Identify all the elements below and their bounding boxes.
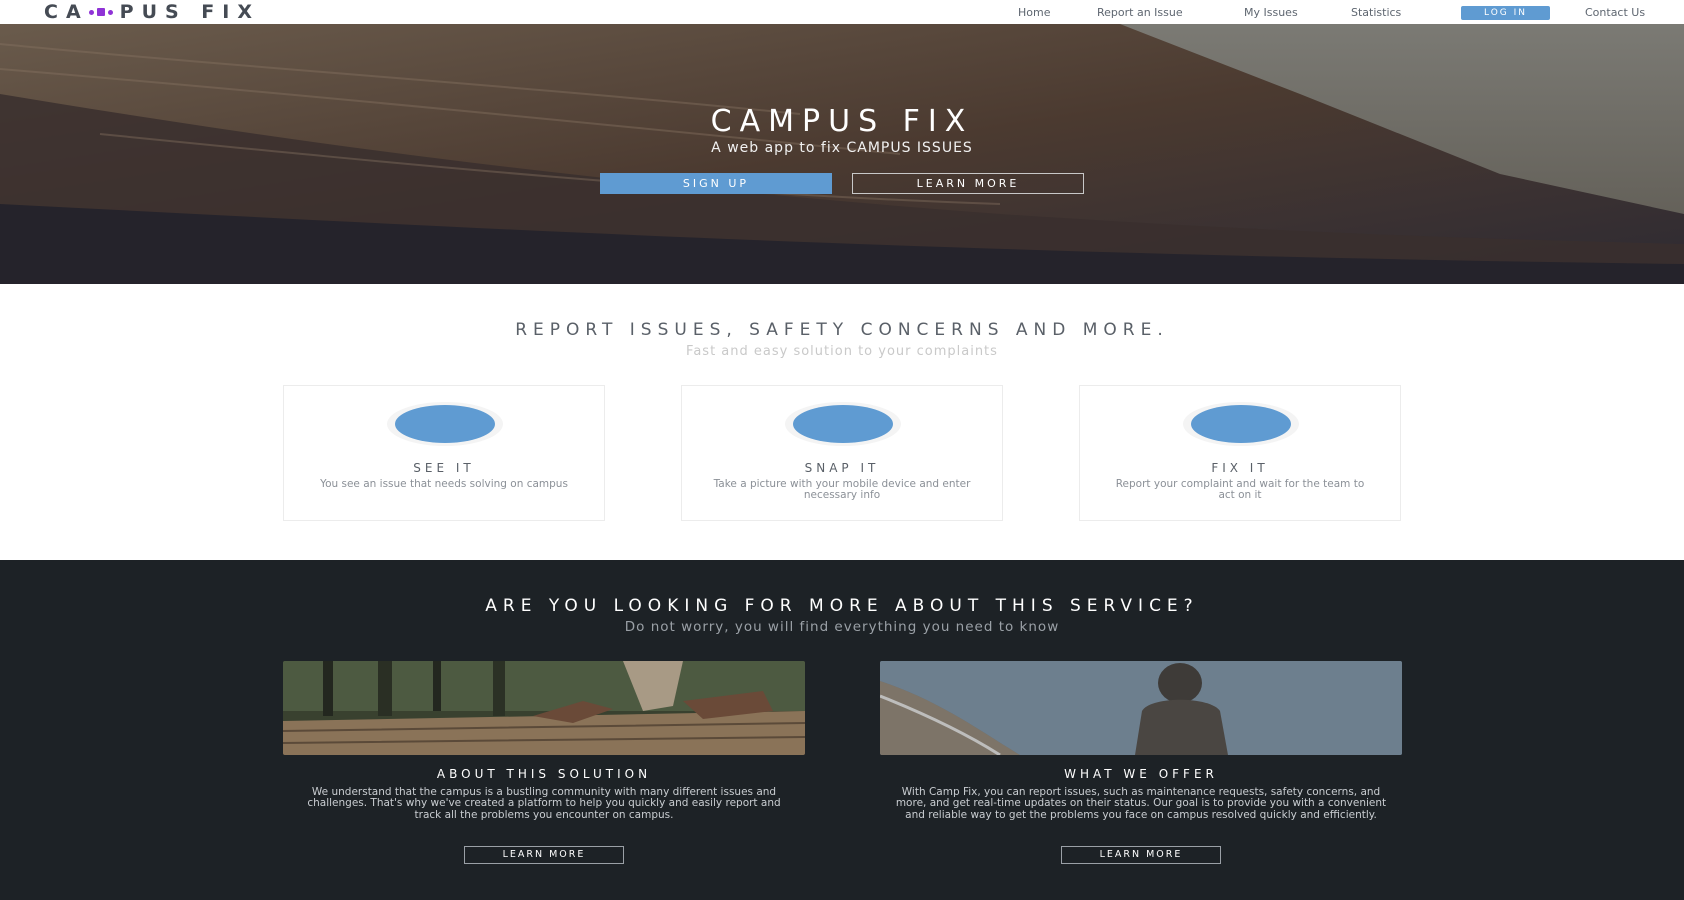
feature-card-desc: Report your complaint and wait for the t… bbox=[1115, 478, 1365, 501]
signup-button[interactable]: SIGN UP bbox=[600, 173, 832, 194]
hero-section: CAMPUS FIX A web app to fix CAMPUS ISSUE… bbox=[0, 24, 1684, 284]
about-learn-more-button[interactable]: LEARN MORE bbox=[464, 846, 624, 864]
features-subtitle: Fast and easy solution to your complaint… bbox=[686, 344, 998, 359]
camera-icon bbox=[785, 402, 901, 446]
offer-title: WHAT WE OFFER bbox=[1064, 767, 1218, 781]
wrench-icon bbox=[1183, 402, 1299, 446]
seaside-person-image bbox=[880, 661, 1402, 755]
nav-home-link[interactable]: Home bbox=[1018, 6, 1050, 19]
feature-card-title: FIX IT bbox=[1211, 461, 1269, 475]
about-desc: We understand that the campus is a bustl… bbox=[307, 786, 781, 821]
logo[interactable]: CA PUS FIX bbox=[44, 1, 260, 23]
top-navbar: CA PUS FIX Home Report an Issue My Issue… bbox=[0, 0, 1684, 24]
nav-statistics-link[interactable]: Statistics bbox=[1351, 6, 1401, 19]
info-subtitle: Do not worry, you will find everything y… bbox=[624, 619, 1060, 635]
forest-walk-image bbox=[283, 661, 805, 755]
offer-desc: With Camp Fix, you can report issues, su… bbox=[895, 786, 1387, 821]
hero-title: CAMPUS FIX bbox=[710, 104, 974, 139]
offer-learn-more-button[interactable]: LEARN MORE bbox=[1061, 846, 1221, 864]
feature-card-desc: You see an issue that needs solving on c… bbox=[320, 478, 568, 490]
eye-icon bbox=[387, 402, 503, 446]
login-button[interactable]: LOG IN bbox=[1461, 6, 1550, 20]
hero-subtitle: A web app to fix CAMPUS ISSUES bbox=[711, 140, 973, 156]
nav-my-issues-link[interactable]: My Issues bbox=[1244, 6, 1298, 19]
logo-text-suffix: PUS FIX bbox=[119, 1, 261, 23]
nav-contact-link[interactable]: Contact Us bbox=[1585, 6, 1645, 19]
feature-card-see-it: SEE IT You see an issue that needs solvi… bbox=[283, 385, 605, 521]
hero-learn-more-button[interactable]: LEARN MORE bbox=[852, 173, 1084, 194]
feature-card-snap-it: SNAP IT Take a picture with your mobile … bbox=[681, 385, 1003, 521]
logo-text-prefix: CA bbox=[44, 1, 89, 23]
features-title: REPORT ISSUES, SAFETY CONCERNS AND MORE. bbox=[515, 320, 1169, 340]
features-section: REPORT ISSUES, SAFETY CONCERNS AND MORE.… bbox=[0, 284, 1684, 560]
feature-card-desc: Take a picture with your mobile device a… bbox=[713, 478, 971, 501]
nav-report-issue-link[interactable]: Report an Issue bbox=[1097, 6, 1183, 19]
logo-mark-icon bbox=[88, 8, 116, 16]
feature-card-fix-it: FIX IT Report your complaint and wait fo… bbox=[1079, 385, 1401, 521]
feature-card-title: SNAP IT bbox=[804, 461, 880, 475]
info-title: ARE YOU LOOKING FOR MORE ABOUT THIS SERV… bbox=[485, 596, 1199, 616]
feature-card-title: SEE IT bbox=[413, 461, 475, 475]
about-title: ABOUT THIS SOLUTION bbox=[436, 767, 652, 781]
info-section: ARE YOU LOOKING FOR MORE ABOUT THIS SERV… bbox=[0, 560, 1684, 900]
